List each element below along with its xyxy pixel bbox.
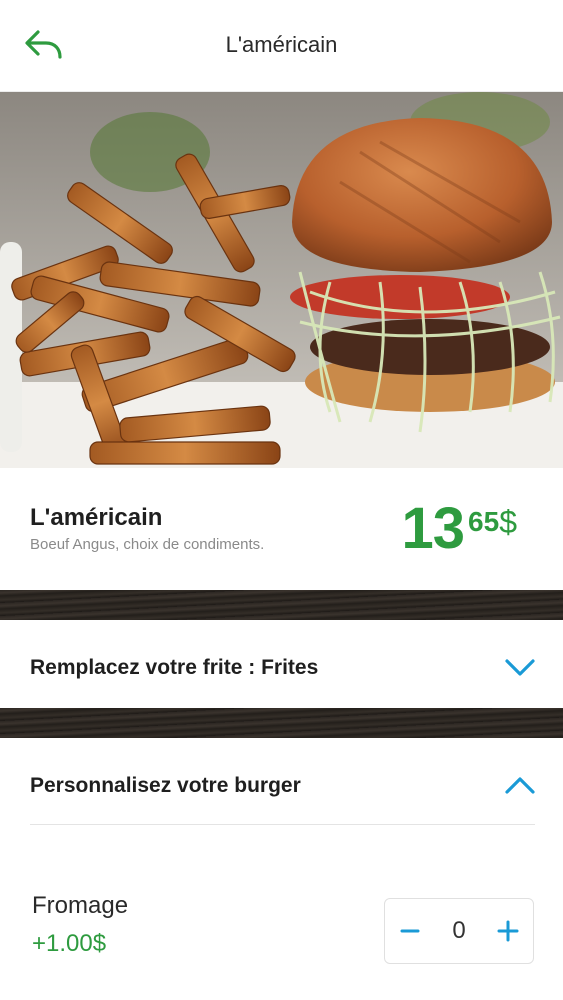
price-cents: 65 [468, 506, 500, 537]
fries-section-label: Remplacez votre frite : Frites [30, 656, 319, 679]
page-title: L'américain [225, 32, 338, 57]
increment-button[interactable] [493, 916, 523, 946]
product-image [0, 92, 563, 468]
quantity-value: 0 [452, 917, 466, 944]
chevron-up-icon [505, 777, 535, 794]
decrement-button[interactable] [395, 916, 425, 946]
plus-icon [497, 920, 519, 942]
product-name: L'américain [30, 504, 163, 531]
product-description: Boeuf Angus, choix de condiments. [30, 536, 265, 553]
app-header: L'américain [0, 0, 563, 92]
customize-section-label: Personnalisez votre burger [30, 774, 301, 797]
fries-section-toggle[interactable]: Remplacez votre frite : Frites [0, 620, 563, 708]
option-row-fromage: Fromage +1.00$ 0 [0, 826, 563, 1000]
quantity-stepper: 0 [384, 898, 534, 964]
product-info: L'américain Boeuf Angus, choix de condim… [0, 468, 563, 590]
chevron-down-icon [505, 659, 535, 676]
option-price: +1.00$ [32, 930, 107, 957]
minus-icon [400, 929, 420, 933]
section-divider [30, 824, 535, 825]
product-price: 13 65 $ [402, 498, 517, 560]
price-integer: 13 [401, 496, 466, 561]
option-name: Fromage [32, 892, 129, 919]
wood-divider [0, 708, 563, 738]
price-currency: $ [499, 504, 517, 540]
customize-section-toggle[interactable]: Personnalisez votre burger [0, 738, 563, 826]
wood-divider [0, 590, 563, 620]
